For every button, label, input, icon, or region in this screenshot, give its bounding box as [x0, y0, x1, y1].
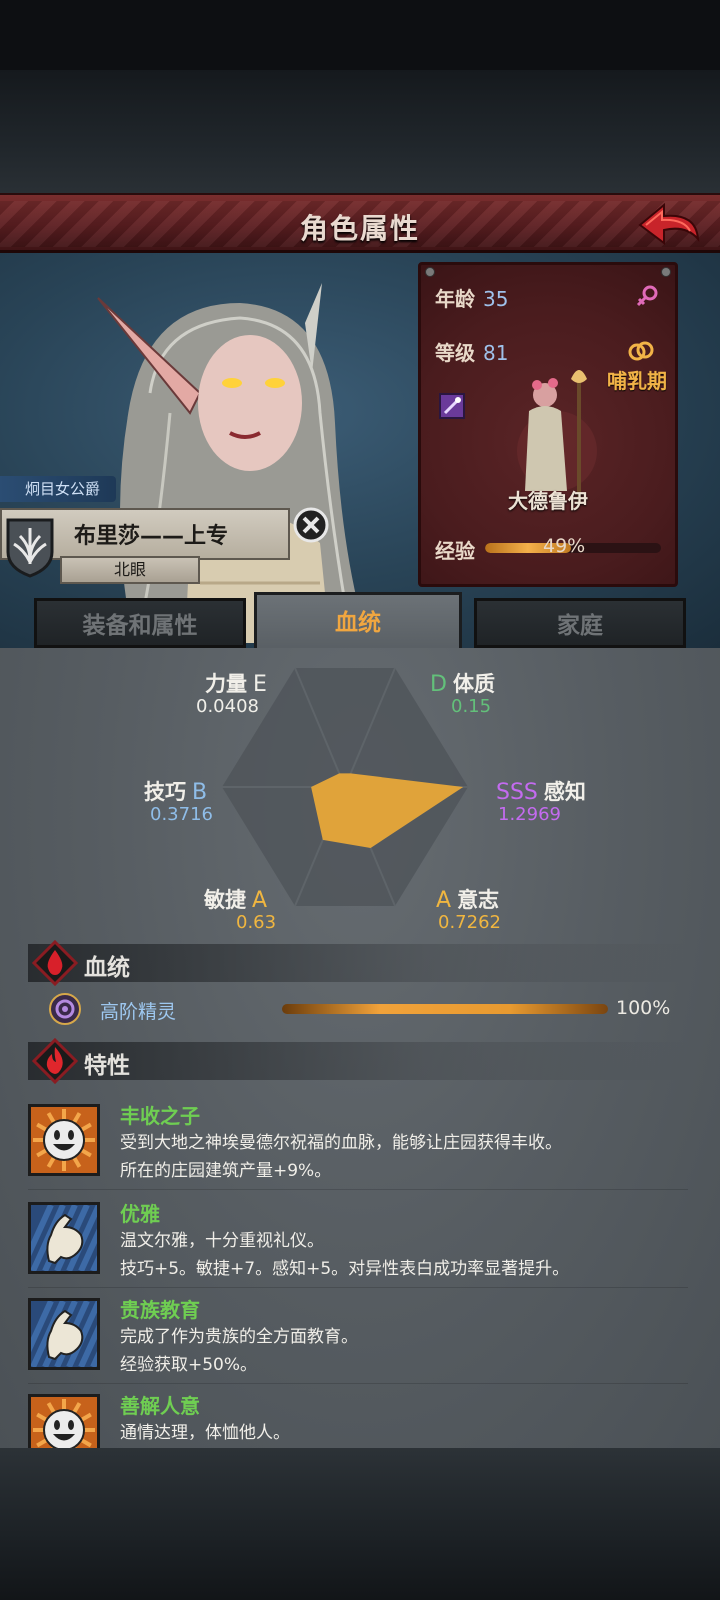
character-name: 布里莎——上专 [74, 524, 229, 549]
female-gender-icon [636, 285, 658, 307]
bottom-backdrop [0, 1448, 720, 1600]
top-backdrop [0, 70, 720, 195]
stat-agility-value: 0.63 [236, 912, 277, 933]
smile-sun-icon[interactable] [28, 1104, 100, 1176]
tab-equipment[interactable]: 装备和属性 [34, 598, 246, 648]
bloodline-panel: 力量 E 0.0408 D 体质 0.15 SSS 感知 1.2969 A 意志 0.7… [0, 648, 720, 1480]
trait-desc-line1: 通情达理，体恤他人。 [120, 1423, 290, 1443]
exp-percent: 49% [543, 535, 586, 557]
trait-desc-line2: 经验获取+50%。 [120, 1355, 258, 1375]
high-elf-bloodline-icon [49, 993, 81, 1025]
trait-row[interactable]: 丰收之子受到大地之神埃曼德尔祝福的血脉，能够让庄园获得丰收。 所在的庄园建筑产量+… [28, 1098, 688, 1190]
stat-skill-label: 技巧 B [144, 780, 208, 805]
trait-name: 优雅 [120, 1202, 160, 1226]
marriage-rings-icon [628, 341, 654, 361]
stat-agility-label: 敏捷 A [204, 888, 268, 913]
trait-row[interactable]: 贵族教育完成了作为贵族的全方面教育。 经验获取+50%。 [18, 1292, 688, 1384]
trait-desc-line1: 温文尔雅，十分重视礼仪。 [120, 1231, 324, 1251]
stat-will-label: A 意志 [436, 888, 500, 913]
trait-desc-line1: 完成了作为贵族的全方面教育。 [120, 1327, 358, 1347]
level-label: 等级 [435, 341, 475, 365]
stat-constitution-label: D 体质 [430, 672, 495, 697]
exp-label: 经验 [435, 539, 475, 563]
back-arrow-icon[interactable] [634, 199, 704, 251]
bloodline-percent: 100% [616, 997, 671, 1019]
stat-perception-value: 1.2969 [498, 804, 561, 825]
tab-bloodline[interactable]: 血统 [254, 592, 462, 650]
house-emblem-icon [6, 518, 54, 578]
status-label: 哺乳期 [607, 369, 667, 393]
character-subname: 北眼 [113, 560, 146, 579]
game-screen: 角色属性 炯目女公爵 布里莎——上专 北眼 年龄 35 等级 81 哺乳期 大德… [0, 0, 720, 1600]
bloodline-row[interactable]: 高阶精灵 100% [48, 992, 688, 1026]
stat-constitution-value: 0.15 [451, 696, 492, 717]
stat-will-value: 0.7262 [438, 912, 501, 933]
tab-bar: 装备和属性 血统 家庭 [0, 592, 720, 650]
class-name: 大德鲁伊 [508, 489, 588, 513]
stat-strength-value: 0.0408 [196, 696, 259, 717]
traits-section-header: 特性 [28, 1038, 688, 1084]
age-label: 年龄 [435, 287, 475, 311]
close-circle-icon[interactable] [292, 506, 330, 544]
bloodline-section-header: 血统 [28, 940, 688, 986]
trait-name: 善解人意 [120, 1394, 200, 1418]
bloodline-section-label: 血统 [84, 955, 130, 981]
character-info-panel: 年龄 35 等级 81 哺乳期 大德鲁伊 经验 49% [418, 262, 678, 587]
blood-drop-icon [32, 940, 78, 986]
traits-section-label: 特性 [84, 1053, 130, 1079]
bloodline-name: 高阶精灵 [100, 1001, 177, 1023]
level-value: 81 [483, 341, 509, 365]
trait-name: 贵族教育 [120, 1298, 200, 1322]
age-value: 35 [483, 287, 509, 311]
header-bar: 角色属性 [0, 193, 720, 253]
sub-name-plate: 北眼 [60, 556, 200, 584]
bloodline-bar [282, 1004, 608, 1014]
stat-skill-value: 0.3716 [150, 804, 213, 825]
flex-arm-icon[interactable] [18, 1298, 138, 1370]
age-row: 年龄 35 [435, 283, 508, 312]
flex-arm-icon[interactable] [18, 1202, 138, 1274]
level-row: 等级 81 [435, 337, 508, 366]
staff-skill-icon[interactable] [439, 393, 465, 419]
character-portrait [97, 283, 360, 643]
noble-title-tag: 炯目女公爵 [0, 476, 116, 502]
tab-family[interactable]: 家庭 [474, 598, 686, 648]
noble-title: 炯目女公爵 [25, 480, 101, 498]
trait-row[interactable]: 优雅温文尔雅，十分重视礼仪。技巧+5。敏捷+7。感知+5。对异性表白成功率显著提… [18, 1196, 688, 1288]
stat-perception-label: SSS 感知 [496, 780, 586, 805]
trait-name: 丰收之子 [120, 1104, 200, 1128]
flame-icon [32, 1038, 78, 1084]
stat-strength-label: 力量 E [205, 672, 267, 697]
trait-desc-line1: 受到大地之神埃曼德尔祝福的血脉，能够让庄园获得丰收。 [120, 1133, 562, 1153]
trait-desc-line2: 所在的庄园建筑产量+9%。 [120, 1161, 332, 1181]
page-title: 角色属性 [299, 212, 420, 245]
trait-desc-line2: 技巧+5。敏捷+7。感知+5。对异性表白成功率显著提升。 [120, 1259, 570, 1279]
